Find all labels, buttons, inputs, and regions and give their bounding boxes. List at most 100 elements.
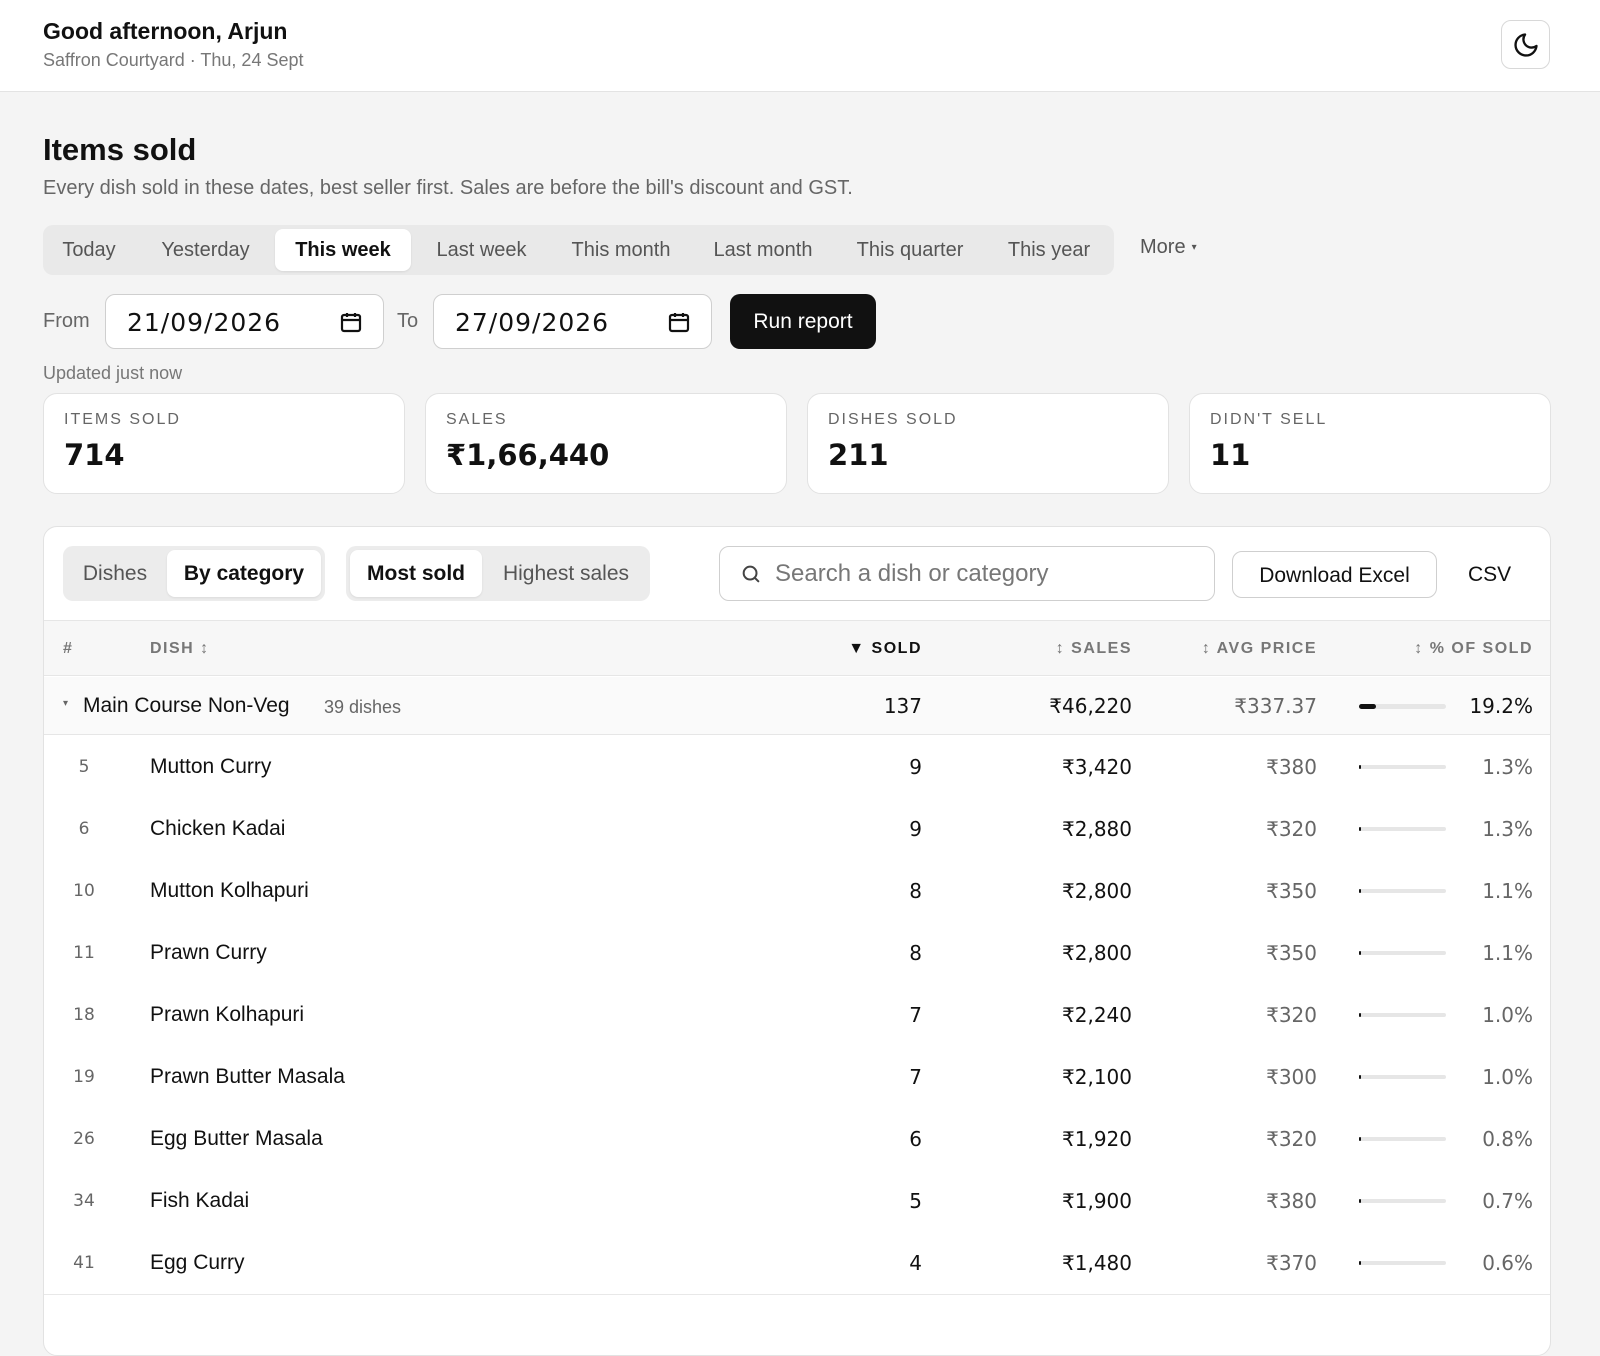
- dish-name: Mutton Kolhapuri: [150, 879, 309, 902]
- dish-sales: ₹1,900: [1062, 1189, 1132, 1213]
- dish-pct: 1.0%: [1482, 1003, 1533, 1027]
- csv-button[interactable]: CSV: [1468, 551, 1511, 598]
- group-avg-price: ₹337.37: [1234, 694, 1317, 718]
- dish-sales: ₹3,420: [1062, 755, 1132, 779]
- col-dish[interactable]: DISH ↕: [150, 640, 210, 658]
- dish-pct: 0.8%: [1482, 1127, 1533, 1151]
- download-excel-button[interactable]: Download Excel: [1232, 551, 1437, 598]
- range-tab-today[interactable]: Today: [47, 229, 131, 271]
- range-tab-last-week[interactable]: Last week: [415, 229, 548, 271]
- venue-date-subline: Saffron Courtyard · Thu, 24 Sept: [43, 50, 304, 70]
- table-row[interactable]: 18 Prawn Kolhapuri 7 ₹2,240 ₹320 1.0%: [44, 984, 1550, 1047]
- col-avg-price[interactable]: ↕ AVG PRICE: [1202, 640, 1317, 658]
- row-rank: 18: [73, 1005, 95, 1025]
- search-input[interactable]: [775, 557, 1195, 591]
- row-rank: 11: [73, 943, 95, 963]
- dish-pct: 1.1%: [1482, 879, 1533, 903]
- share-bar-fill: [1359, 1013, 1361, 1017]
- caret-down-icon: ▾: [1191, 242, 1197, 254]
- from-date-value: 21/09/2026: [127, 308, 282, 337]
- more-ranges-button[interactable]: More ▾: [1140, 236, 1197, 259]
- table-row[interactable]: 10 Mutton Kolhapuri 8 ₹2,800 ₹350 1.1%: [44, 860, 1550, 923]
- dish-name: Egg Butter Masala: [150, 1127, 323, 1150]
- share-bar: [1359, 1013, 1446, 1017]
- category-dish-count: 39 dishes: [324, 697, 402, 717]
- stat-value: 714: [64, 438, 125, 472]
- share-bar: [1359, 1261, 1446, 1265]
- dish-sold: 8: [909, 941, 922, 965]
- dish-avg-price: ₹350: [1266, 941, 1317, 965]
- moon-icon: [1513, 32, 1538, 57]
- col-sales[interactable]: ↕ SALES: [1056, 640, 1132, 658]
- to-date-value: 27/09/2026: [455, 308, 610, 337]
- row-rank: 41: [73, 1253, 95, 1273]
- row-rank: 6: [78, 819, 90, 839]
- stat-card-items-sold: ITEMS SOLD 714: [43, 393, 405, 494]
- row-rank: 34: [73, 1191, 95, 1211]
- from-label: From: [43, 310, 90, 332]
- group-sales: ₹46,220: [1049, 694, 1132, 718]
- run-report-button[interactable]: Run report: [730, 294, 876, 349]
- dish-name: Egg Curry: [150, 1251, 245, 1274]
- category-group-row[interactable]: ▾ Main Course Non-Veg 39 dishes 137 ₹46,…: [44, 677, 1550, 735]
- dish-sold: 5: [909, 1189, 922, 1213]
- dish-sales: ₹2,240: [1062, 1003, 1132, 1027]
- range-tab-this-month[interactable]: This month: [551, 229, 691, 271]
- dish-name: Prawn Butter Masala: [150, 1065, 345, 1088]
- share-bar-fill: [1359, 765, 1361, 769]
- stat-value: 211: [828, 438, 889, 472]
- stat-label: ITEMS SOLD: [64, 411, 181, 428]
- calendar-icon[interactable]: [667, 310, 691, 334]
- col-rank: #: [63, 640, 74, 657]
- from-date-input[interactable]: 21/09/2026: [105, 294, 384, 349]
- stat-label: DISHES SOLD: [828, 411, 958, 428]
- view-tab-by-category[interactable]: By category: [167, 550, 321, 597]
- dish-sold: 7: [909, 1003, 922, 1027]
- dish-avg-price: ₹380: [1266, 755, 1317, 779]
- table-row[interactable]: 6 Chicken Kadai 9 ₹2,880 ₹320 1.3%: [44, 798, 1550, 861]
- dish-avg-price: ₹320: [1266, 817, 1317, 841]
- view-toggle: Dishes By category: [63, 546, 325, 601]
- table-row[interactable]: 41 Egg Curry 4 ₹1,480 ₹370 0.6%: [44, 1232, 1550, 1295]
- range-tab-this-week[interactable]: This week: [275, 229, 411, 271]
- share-bar-fill: [1359, 1199, 1361, 1203]
- sort-tab-most-sold[interactable]: Most sold: [350, 550, 482, 597]
- range-tab-this-quarter[interactable]: This quarter: [835, 229, 985, 271]
- search-icon: [742, 565, 760, 583]
- dish-sales: ₹1,480: [1062, 1251, 1132, 1275]
- category-name: Main Course Non-Veg: [83, 694, 290, 717]
- table-row[interactable]: 19 Prawn Butter Masala 7 ₹2,100 ₹300 1.0%: [44, 1046, 1550, 1109]
- sort-tab-highest-sales[interactable]: Highest sales: [486, 550, 646, 597]
- table-row[interactable]: 11 Prawn Curry 8 ₹2,800 ₹350 1.1%: [44, 922, 1550, 985]
- share-bar: [1359, 1137, 1446, 1141]
- table-row[interactable]: 34 Fish Kadai 5 ₹1,900 ₹380 0.7%: [44, 1170, 1550, 1233]
- dish-name: Prawn Kolhapuri: [150, 1003, 305, 1026]
- range-tab-last-month[interactable]: Last month: [693, 229, 833, 271]
- dish-sales: ₹2,800: [1062, 879, 1132, 903]
- share-bar: [1359, 704, 1446, 709]
- theme-toggle-button[interactable]: [1501, 20, 1550, 69]
- search-box: [719, 546, 1215, 601]
- share-bar-fill: [1359, 1075, 1361, 1079]
- row-rank: 26: [73, 1129, 95, 1149]
- share-bar: [1359, 765, 1446, 769]
- share-bar-fill: [1359, 827, 1361, 831]
- dish-sales: ₹2,880: [1062, 817, 1132, 841]
- dish-name: Fish Kadai: [150, 1189, 250, 1212]
- col-pct-sold[interactable]: ↕ % OF SOLD: [1414, 640, 1533, 658]
- range-tab-yesterday[interactable]: Yesterday: [138, 229, 273, 271]
- calendar-icon[interactable]: [339, 310, 363, 334]
- col-sold[interactable]: ▼ SOLD: [848, 640, 922, 658]
- to-date-input[interactable]: 27/09/2026: [433, 294, 712, 349]
- view-tab-dishes[interactable]: Dishes: [67, 550, 163, 597]
- collapse-caret-icon[interactable]: ▾: [63, 698, 68, 709]
- group-pct: 19.2%: [1469, 694, 1533, 718]
- stat-label: DIDN'T SELL: [1210, 411, 1328, 428]
- table-row[interactable]: 5 Mutton Curry 9 ₹3,420 ₹380 1.3%: [44, 736, 1550, 799]
- table-row[interactable]: 26 Egg Butter Masala 6 ₹1,920 ₹320 0.8%: [44, 1108, 1550, 1171]
- dish-sold: 4: [909, 1251, 922, 1275]
- dish-avg-price: ₹300: [1266, 1065, 1317, 1089]
- dish-avg-price: ₹320: [1266, 1127, 1317, 1151]
- top-bar: Good afternoon, Arjun Saffron Courtyard …: [0, 0, 1600, 92]
- range-tab-this-year[interactable]: This year: [987, 229, 1111, 271]
